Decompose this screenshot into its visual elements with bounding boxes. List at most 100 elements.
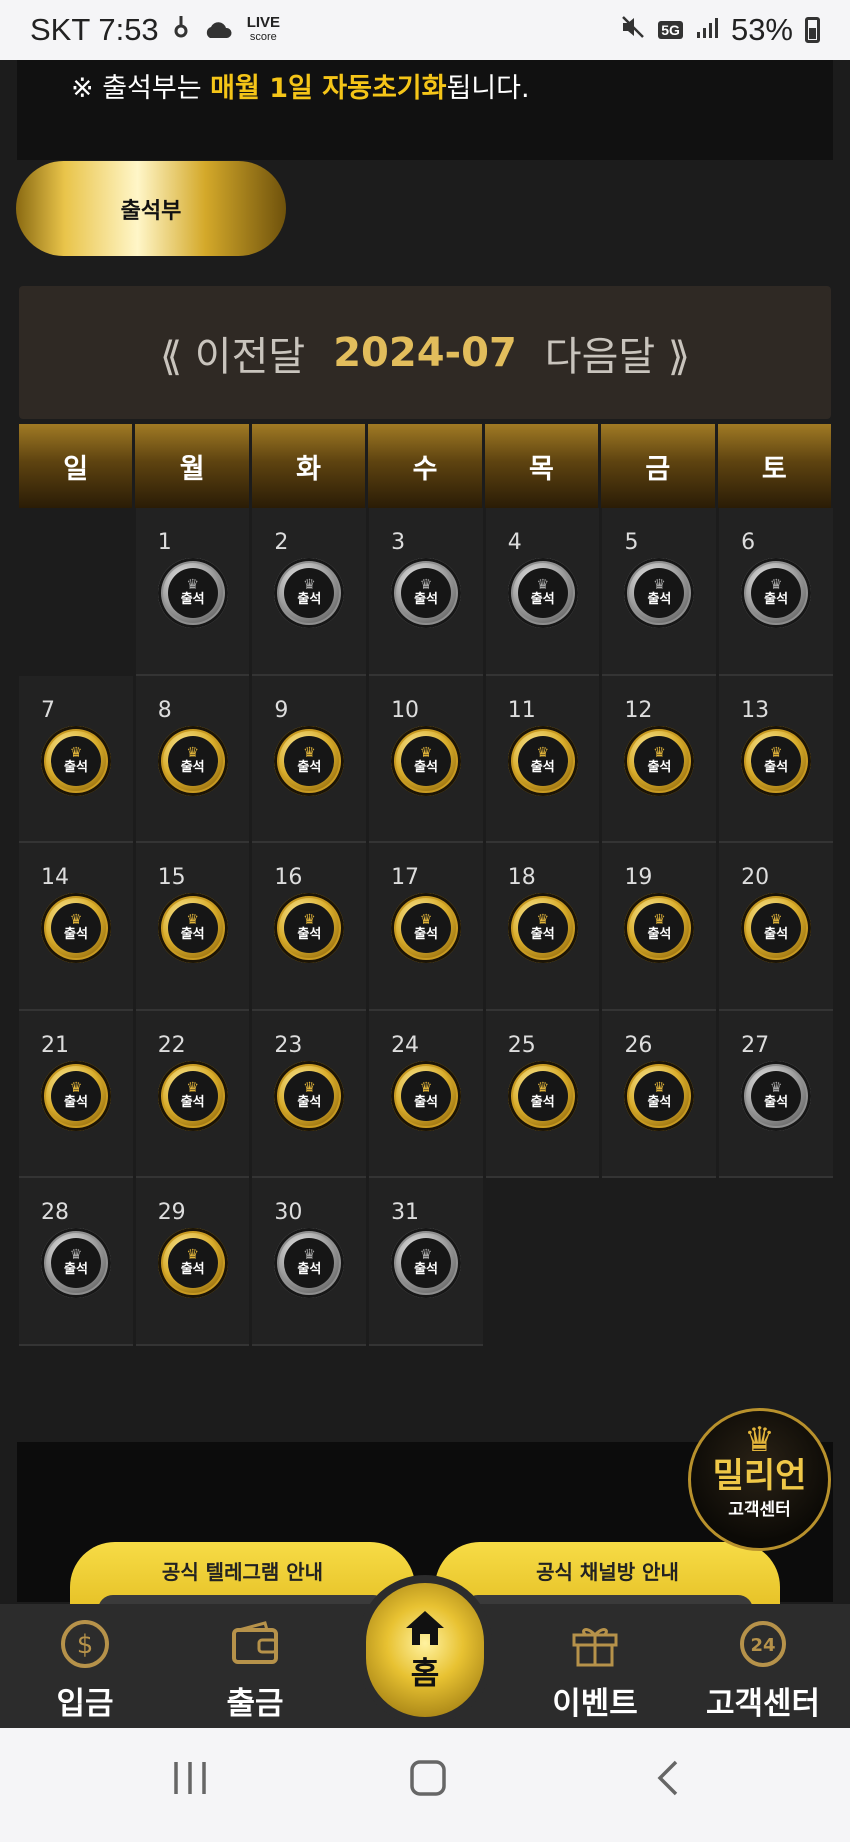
medal-face: ♛ 출석: [167, 1070, 218, 1121]
day-number: 14: [41, 865, 69, 890]
crown-icon: ♛: [303, 577, 316, 593]
calendar-day-cell[interactable]: 17 ♛ 출석: [369, 843, 483, 1011]
attendance-medal-silver-icon: ♛ 출석: [624, 558, 695, 628]
calendar-day-cell[interactable]: 4 ♛ 출석: [485, 508, 600, 676]
calendar-day-cell[interactable]: 29 ♛ 출석: [135, 1178, 250, 1346]
calendar-day-cell[interactable]: 1 ♛ 출석: [135, 508, 250, 676]
back-icon[interactable]: [650, 1758, 690, 1802]
calendar-day-cell[interactable]: 31 ♛ 출석: [369, 1178, 483, 1346]
medal-face: ♛ 출석: [751, 735, 802, 786]
prev-month-button[interactable]: ⟪ 이전달: [160, 324, 305, 382]
dollar-coin-icon: $: [10, 1604, 160, 1684]
medal-label: 출석: [764, 1094, 789, 1110]
calendar-day-cell[interactable]: 3 ♛ 출석: [369, 508, 483, 676]
home-system-icon[interactable]: [408, 1758, 448, 1802]
medal-face: ♛ 출석: [167, 1238, 218, 1288]
nav-withdraw[interactable]: 출금: [180, 1604, 330, 1723]
calendar-day-cell[interactable]: 24 ♛ 출석: [369, 1010, 483, 1178]
weekday-thu: 목: [484, 424, 599, 508]
crown-icon: ♛: [186, 1247, 199, 1263]
mute-icon: [620, 12, 646, 48]
calendar-day-cell[interactable]: 5 ♛ 출석: [602, 508, 717, 676]
calendar-day-cell[interactable]: 20 ♛ 출석: [719, 843, 833, 1011]
attendance-tab[interactable]: 출석부: [16, 161, 286, 256]
home-icon: [406, 1610, 444, 1645]
calendar-day-cell[interactable]: 25 ♛ 출석: [485, 1010, 600, 1178]
medal-label: 출석: [64, 927, 88, 942]
day-number: 21: [41, 1032, 69, 1058]
nav-support[interactable]: 24 고객센터: [688, 1604, 838, 1723]
medal-label: 출석: [530, 927, 555, 942]
calendar-day-cell[interactable]: 22 ♛ 출석: [135, 1010, 250, 1178]
calendar-day-cell[interactable]: 30 ♛ 출석: [252, 1178, 367, 1346]
calendar-day-cell[interactable]: 13 ♛ 출석: [719, 675, 833, 843]
nav-deposit[interactable]: $ 입금: [10, 1604, 160, 1723]
crown-icon: ♛: [769, 912, 783, 928]
medal-label: 출석: [297, 759, 322, 775]
recent-apps-icon[interactable]: [170, 1758, 210, 1802]
crown-icon: ♛: [69, 912, 83, 928]
day-number: 26: [624, 1032, 653, 1058]
crown-icon: ♛: [186, 912, 199, 928]
medal-label: 출석: [180, 1262, 205, 1277]
nav-withdraw-label: 출금: [226, 1686, 284, 1722]
crown-icon: ♛: [769, 744, 783, 761]
calendar-grid: 1 ♛ 출석 2 ♛ 출석 3 ♛ 출석 4 ♛ 출석 5 ♛ 출석 6 ♛ 출석 7 ♛ 출석 8 ♛ 출석 9 ♛ 출석 10 ♛ 출…: [19, 508, 833, 1346]
carrier-time: SKT 7:53: [30, 12, 159, 47]
calendar-day-cell[interactable]: 23 ♛ 출석: [252, 1010, 367, 1178]
crown-icon: ♛: [536, 577, 550, 593]
day-number: 29: [157, 1200, 186, 1225]
calendar-day-cell[interactable]: 15 ♛ 출석: [135, 843, 250, 1011]
crown-icon: ♛: [186, 744, 199, 761]
calendar-day-cell[interactable]: 19 ♛ 출석: [602, 843, 717, 1011]
calendar-day-cell[interactable]: 2 ♛ 출석: [252, 508, 367, 676]
calendar-day-cell[interactable]: 26 ♛ 출석: [602, 1010, 717, 1178]
calendar-day-cell[interactable]: 6 ♛ 출석: [719, 508, 833, 676]
crown-icon: ♛: [303, 744, 316, 761]
medal-face: ♛ 출석: [284, 568, 335, 618]
crown-icon: ♛: [419, 1079, 433, 1096]
calendar-day-cell[interactable]: 27 ♛ 출석: [719, 1010, 833, 1178]
crown-icon: ♛: [69, 744, 83, 761]
calendar-day-cell[interactable]: 18 ♛ 출석: [485, 843, 600, 1011]
medal-face: ♛ 출석: [517, 903, 568, 953]
day-number: 28: [41, 1200, 69, 1225]
calendar-day-cell[interactable]: 28 ♛ 출석: [19, 1178, 133, 1346]
medal-face: ♛ 출석: [634, 903, 685, 953]
calendar-day-cell[interactable]: 16 ♛ 출석: [252, 843, 367, 1011]
calendar-day-cell[interactable]: 21 ♛ 출석: [19, 1010, 133, 1178]
day-number: 3: [391, 530, 406, 555]
calendar-day-cell[interactable]: 10 ♛ 출석: [369, 675, 483, 843]
customer-center-badge[interactable]: ♛ 밀리언 고객센터: [688, 1408, 831, 1551]
calendar-day-cell[interactable]: 14 ♛ 출석: [19, 843, 133, 1011]
attendance-medal-silver-icon: ♛ 출석: [741, 558, 812, 628]
nav-home[interactable]: 홈: [358, 1575, 492, 1725]
reset-notice: ※ 출석부는 매월 1일 자동초기화됩니다.: [17, 60, 833, 160]
calendar-day-cell[interactable]: 11 ♛ 출석: [485, 675, 600, 843]
medal-face: ♛ 출석: [751, 903, 802, 953]
medal-face: ♛ 출석: [51, 735, 101, 786]
calendar-day-cell[interactable]: 8 ♛ 출석: [135, 675, 250, 843]
nav-home-label: 홈: [410, 1655, 440, 1692]
medal-face: ♛ 출석: [167, 903, 218, 953]
day-number: 24: [391, 1032, 420, 1058]
calendar-day-cell[interactable]: 9 ♛ 출석: [252, 675, 367, 843]
crown-icon: ♛: [303, 1247, 316, 1263]
calendar-day-cell[interactable]: 7 ♛ 출석: [19, 675, 133, 843]
crown-icon: ♛: [653, 577, 666, 593]
day-number: 11: [507, 697, 536, 723]
attendance-medal-gold-icon: ♛ 출석: [157, 1060, 228, 1131]
calendar-day-cell[interactable]: 12 ♛ 출석: [602, 675, 717, 843]
day-number: 20: [741, 865, 770, 890]
medal-label: 출석: [64, 1262, 88, 1277]
medal-face: ♛ 출석: [401, 568, 452, 618]
live-score-icon: LIVE score: [246, 14, 281, 43]
next-month-button[interactable]: 다음달 ⟫: [545, 324, 690, 382]
svg-text:24: 24: [750, 1635, 775, 1656]
crown-icon: ♛: [303, 912, 316, 928]
attendance-tab-label: 출석부: [120, 198, 182, 224]
nav-event[interactable]: 이벤트: [520, 1604, 670, 1723]
attendance-medal-gold-icon: ♛ 출석: [41, 725, 111, 796]
medal-face: ♛ 출석: [634, 568, 685, 618]
crown-icon: ♛: [419, 1247, 433, 1263]
